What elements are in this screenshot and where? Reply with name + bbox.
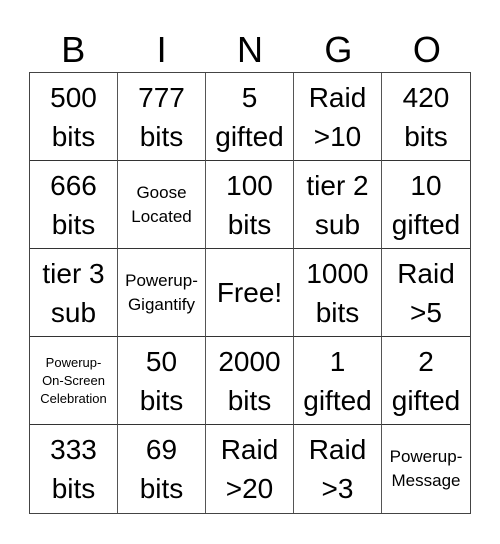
bingo-cell[interactable]: 1 gifted	[294, 337, 382, 425]
bingo-cell-label: 666 bits	[50, 169, 97, 240]
header-letter-b: B	[61, 29, 86, 70]
bingo-cell-label: 1000 bits	[306, 257, 369, 328]
bingo-cell-label: tier 3 sub	[42, 257, 105, 328]
bingo-cell[interactable]: Raid >10	[294, 73, 382, 161]
bingo-cell[interactable]: 100 bits	[206, 161, 294, 249]
header-letter-i: I	[156, 29, 167, 70]
bingo-cell[interactable]: Powerup- Message	[382, 425, 470, 513]
bingo-cell-label: Powerup- Gigantify	[125, 270, 198, 314]
bingo-cell[interactable]: 1000 bits	[294, 249, 382, 337]
header-letter-n: N	[237, 29, 264, 70]
bingo-cell-label: Free!	[216, 277, 283, 308]
bingo-cell[interactable]: 777 bits	[118, 73, 206, 161]
bingo-cell-label: 420 bits	[402, 81, 450, 152]
bingo-cell-label: 10 gifted	[391, 169, 461, 240]
bingo-cell[interactable]: 50 bits	[118, 337, 206, 425]
bingo-cell[interactable]: 500 bits	[30, 73, 118, 161]
bingo-cell[interactable]: Powerup- On-Screen Celebration	[30, 337, 118, 425]
bingo-cell[interactable]: tier 2 sub	[294, 161, 382, 249]
bingo-cell[interactable]: Goose Located	[118, 161, 206, 249]
bingo-cell-label: 1 gifted	[303, 345, 372, 416]
bingo-free-space[interactable]: Free!	[206, 249, 294, 337]
bingo-header: B I N G O	[29, 28, 471, 72]
bingo-cell-label: Raid >20	[220, 434, 279, 504]
bingo-cell[interactable]: 333 bits	[30, 425, 118, 513]
bingo-cell-label: Powerup- On-Screen Celebration	[40, 354, 107, 406]
header-letter-g: G	[324, 29, 353, 70]
bingo-cell-label: 777 bits	[138, 81, 185, 152]
bingo-cell-label: Raid >3	[308, 434, 367, 504]
bingo-cell-label: 2 gifted	[391, 345, 461, 416]
bingo-cell[interactable]: tier 3 sub	[30, 249, 118, 337]
bingo-cell-label: 5 gifted	[215, 81, 284, 152]
bingo-cell[interactable]: Raid >3	[294, 425, 382, 513]
bingo-cell[interactable]: Raid >5	[382, 249, 470, 337]
bingo-cell[interactable]: 666 bits	[30, 161, 118, 249]
bingo-cell[interactable]: 10 gifted	[382, 161, 470, 249]
bingo-cell[interactable]: 2000 bits	[206, 337, 294, 425]
bingo-cell-label: tier 2 sub	[306, 169, 369, 240]
bingo-cell-label: Raid >10	[308, 81, 367, 152]
bingo-cell-label: 69 bits	[139, 434, 184, 504]
bingo-cell[interactable]: Powerup- Gigantify	[118, 249, 206, 337]
bingo-cell-label: Powerup- Message	[389, 447, 463, 490]
bingo-cell[interactable]: 5 gifted	[206, 73, 294, 161]
bingo-cell-label: 333 bits	[50, 434, 97, 504]
bingo-cell-label: Raid >5	[397, 257, 455, 328]
bingo-cell-label: 2000 bits	[218, 345, 281, 416]
bingo-cell[interactable]: 69 bits	[118, 425, 206, 513]
bingo-cell[interactable]: Raid >20	[206, 425, 294, 513]
bingo-cell-label: 50 bits	[139, 345, 184, 416]
bingo-cell-label: 100 bits	[226, 169, 273, 240]
header-letter-o: O	[412, 29, 441, 70]
bingo-cell-label: Goose Located	[131, 182, 192, 226]
bingo-cell[interactable]: 2 gifted	[382, 337, 470, 425]
bingo-cell[interactable]: 420 bits	[382, 73, 470, 161]
bingo-grid: 500 bits 777 bits 5 gifted Raid >10 420 bits…	[29, 72, 471, 514]
bingo-cell-label: 500 bits	[50, 81, 97, 152]
